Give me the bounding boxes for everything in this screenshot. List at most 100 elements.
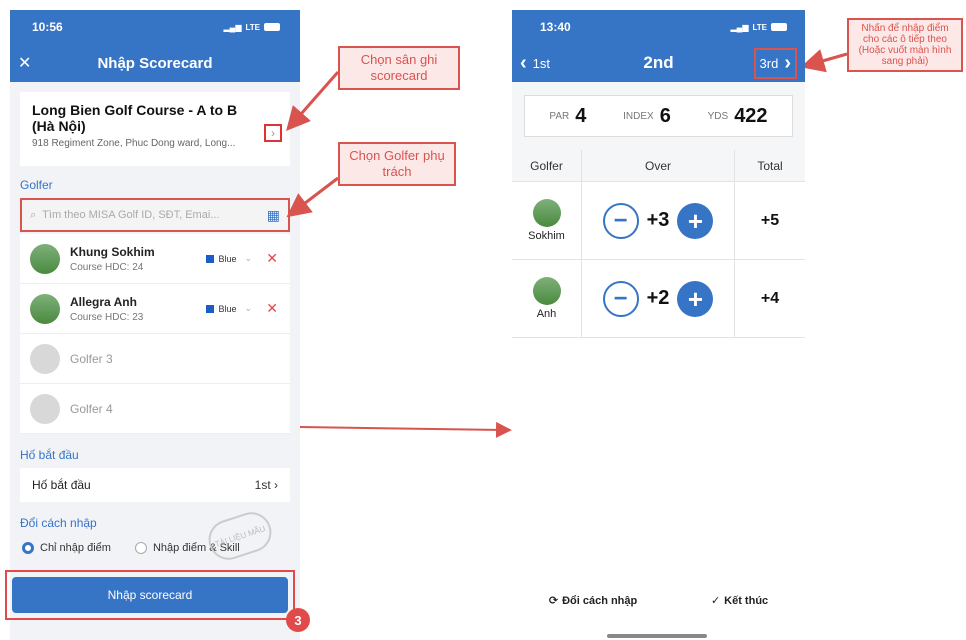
battery-icon (771, 23, 787, 31)
remove-golfer-icon[interactable]: ✕ (266, 250, 278, 267)
course-address: 918 Regiment Zone, Phuc Dong ward, Long.… (32, 138, 236, 149)
tee-select[interactable]: Blue ⌄ (206, 303, 252, 314)
finish-button[interactable]: ✓ Kết thúc (710, 594, 768, 608)
start-hole-value: 1st (254, 478, 271, 492)
search-icon: ⌕ (30, 208, 37, 221)
start-hole-label: Hố bắt đầu (32, 478, 91, 492)
hole-nav: ‹ 1st 2nd 3rd › (512, 44, 805, 82)
course-selector[interactable]: Long Bien Golf Course - A to B (Hà Nội) … (20, 92, 290, 166)
golfer-placeholder-icon (30, 343, 60, 374)
score-entry-screen: 13:40 ▂▄▆ LTE ‹ 1st 2nd 3rd › PAR 4 INDEX 6 Y… (512, 10, 805, 640)
chevron-right-icon: › (274, 478, 278, 492)
decrease-score-button[interactable]: − (602, 202, 639, 239)
tutorial-canvas: 10:56 ▂▄▆ LTE ✕ Nhập Scorecard Long Bien … (0, 0, 966, 640)
table-row: Sokhim − +3 + +5 (512, 182, 805, 260)
course-name: Long Bien Golf Course - A to B (Hà Nội) (32, 102, 238, 134)
chevron-down-icon: ⌄ (244, 303, 252, 313)
page-title: Nhập Scorecard (97, 54, 213, 72)
par-value: 4 (575, 104, 587, 127)
close-icon[interactable]: ✕ (18, 53, 31, 73)
golfer-placeholder-icon (30, 393, 60, 424)
golfer-name: Khung Sokhim (70, 244, 155, 259)
bottom-actions: ⟳ Đổi cách nhập ✓ Kết thúc (512, 594, 805, 608)
submit-highlight: Nhập scorecard (5, 570, 295, 620)
qr-scan-icon[interactable]: ▦ (267, 207, 280, 224)
decrease-score-button[interactable]: − (602, 280, 639, 317)
avatar (532, 199, 561, 227)
arrow-golfer (286, 176, 339, 218)
header-over: Over (582, 150, 735, 181)
golfer-name: Allegra Anh (70, 294, 137, 309)
start-hole-section-label: Hố bắt đầu (20, 448, 79, 462)
home-indicator (607, 634, 707, 638)
golfer-list: Khung Sokhim Course HDC: 24 Blue ⌄ ✕ All… (20, 234, 290, 434)
submit-scorecard-button[interactable]: Nhập scorecard (12, 577, 288, 613)
refresh-icon: ⟳ (548, 595, 559, 607)
golfer-section-label: Golfer (20, 178, 53, 192)
next-hole-button[interactable]: 3rd › (753, 47, 797, 79)
over-value: +3 (646, 209, 670, 231)
chevron-down-icon: ⌄ (244, 253, 252, 263)
status-bar: 10:56 ▂▄▆ LTE (10, 10, 300, 44)
signal-icon: ▂▄▆ (730, 22, 749, 32)
golfer-search-input[interactable]: ⌕ Tìm theo MISA Golf ID, SĐT, Emai... ▦ (20, 198, 290, 232)
step-badge: 3 (286, 608, 310, 632)
index-value: 6 (659, 104, 671, 127)
chevron-right-icon: › (784, 51, 791, 74)
start-hole-selector[interactable]: Hố bắt đầu 1st › (20, 468, 290, 502)
arrow-flow (299, 421, 512, 438)
golfer-name: Anh (536, 308, 557, 320)
golfer-hdc: Course HDC: 24 (70, 261, 144, 273)
hole-info-panel: PAR 4 INDEX 6 YDS 422 (512, 82, 805, 150)
increase-score-button[interactable]: + (677, 280, 714, 317)
network-label: LTE (245, 22, 260, 32)
avatar (532, 277, 561, 305)
signal-icon: ▂▄▆ (223, 22, 242, 32)
arrow-course (286, 71, 340, 132)
total-value: +4 (760, 289, 780, 307)
callout-next-hole: Nhấn để nhập điểm cho các ô tiếp theo (H… (847, 18, 963, 72)
score-table-header: Golfer Over Total (512, 150, 805, 182)
golfer-name: Sokhim (528, 230, 565, 242)
golfer-row-1[interactable]: Khung Sokhim Course HDC: 24 Blue ⌄ ✕ (20, 234, 290, 284)
golfer-placeholder-label: Golfer 4 (70, 401, 113, 416)
radio-unselected-icon (134, 542, 147, 554)
input-mode-score-only[interactable]: Chỉ nhập điểm (22, 542, 111, 554)
switch-input-button[interactable]: ⟳ Đổi cách nhập (548, 594, 637, 608)
top-nav: ✕ Nhập Scorecard (10, 44, 300, 82)
network-label: LTE (752, 22, 767, 32)
tee-label: Blue (218, 303, 237, 314)
par-label: PAR (549, 110, 570, 122)
avatar (30, 243, 60, 274)
check-icon: ✓ (710, 595, 721, 607)
table-row: Anh − +2 + +4 (512, 260, 805, 338)
tee-select[interactable]: Blue ⌄ (206, 253, 252, 264)
index-label: INDEX (623, 110, 654, 122)
yds-label: YDS (707, 110, 729, 122)
golfer-slot-3[interactable]: Golfer 3 (20, 334, 290, 384)
status-bar: 13:40 ▂▄▆ LTE (512, 10, 805, 44)
callout-course: Chọn sân ghi scorecard (338, 46, 460, 90)
avatar (30, 293, 60, 324)
status-time: 13:40 (540, 20, 571, 34)
radio-selected-icon (22, 542, 34, 554)
callout-golfer: Chọn Golfer phụ trách (338, 142, 456, 186)
over-value: +2 (646, 287, 670, 309)
status-time: 10:56 (32, 20, 63, 34)
header-total: Total (757, 158, 783, 173)
yds-value: 422 (734, 104, 768, 127)
arrow-next-hole (800, 49, 848, 73)
increase-score-button[interactable]: + (677, 202, 714, 239)
tee-label: Blue (218, 253, 237, 264)
remove-golfer-icon[interactable]: ✕ (266, 300, 278, 317)
prev-hole-button[interactable]: ‹ 1st (520, 52, 550, 75)
golfer-row-2[interactable]: Allegra Anh Course HDC: 23 Blue ⌄ ✕ (20, 284, 290, 334)
golfer-slot-4[interactable]: Golfer 4 (20, 384, 290, 434)
chevron-left-icon: ‹ (520, 51, 527, 74)
chevron-right-icon[interactable]: › (264, 124, 282, 142)
tee-color-swatch (206, 254, 215, 263)
header-golfer: Golfer (512, 150, 582, 181)
battery-icon (264, 23, 280, 31)
tee-color-swatch (206, 304, 215, 313)
golfer-hdc: Course HDC: 23 (70, 311, 144, 323)
